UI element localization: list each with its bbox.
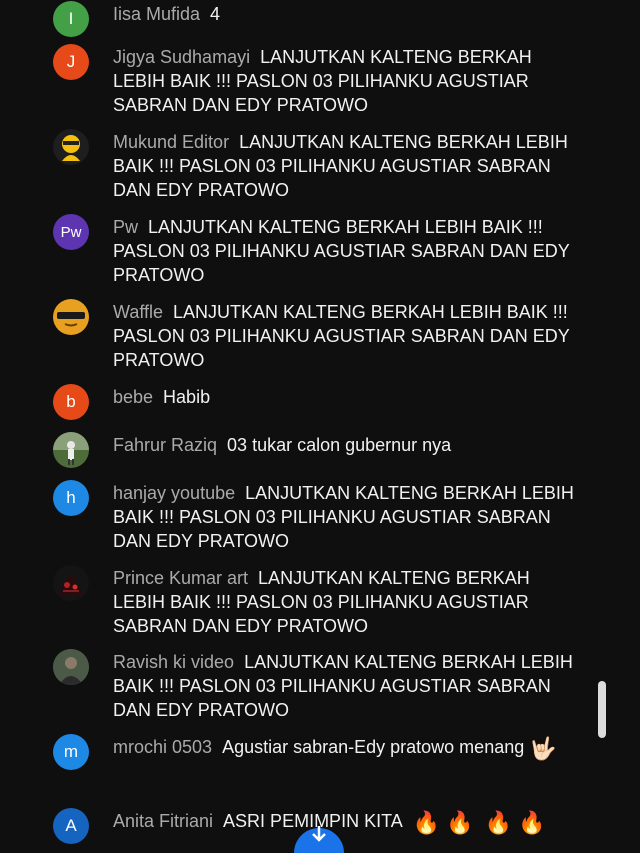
message-text: 4 [210, 4, 221, 24]
message-text: 03 tukar calon gubernur nya [227, 435, 452, 455]
avatar-letter: I [68, 9, 74, 28]
author-name[interactable]: mrochi 0503 [113, 737, 212, 757]
dark-art-icon[interactable] [53, 565, 89, 601]
message-content: Iisa Mufida 4 [113, 2, 583, 26]
message-content: mrochi 0503 Agustiar sabran-Edy pratowo m… [113, 735, 583, 761]
message-content: Fahrur Raziq 03 tukar calon gubernur nya [113, 433, 583, 457]
avatar-letter: A [65, 816, 77, 835]
avatar[interactable]: A [53, 808, 89, 844]
fire-emoji: 🔥 [412, 810, 441, 835]
avatar[interactable]: J [53, 44, 89, 80]
author-name[interactable]: bebe [113, 387, 153, 407]
cartoon-character-icon[interactable] [53, 129, 89, 165]
avatar-letter: J [66, 52, 76, 71]
person-photo-icon[interactable] [53, 432, 89, 468]
person-photo-icon[interactable] [53, 649, 89, 685]
author-name[interactable]: Iisa Mufida [113, 4, 200, 24]
message-text: LANJUTKAN KALTENG BERKAH LEBIH BAIK !!! … [113, 302, 570, 370]
message-text: Agustiar sabran-Edy pratowo menang [222, 737, 525, 757]
message-text: Habib [163, 387, 211, 407]
message-content: Pw LANJUTKAN KALTENG BERKAH LEBIH BAIK !!… [113, 215, 583, 287]
avatar-letter: h [66, 488, 76, 507]
avatar-letter: b [66, 392, 76, 411]
sunglasses-face-icon[interactable] [53, 299, 89, 335]
author-name[interactable]: Fahrur Raziq [113, 435, 217, 455]
message-content: Mukund Editor LANJUTKAN KALTENG BERKAH LE… [113, 130, 583, 202]
fire-emoji: 🔥 [446, 810, 474, 835]
avatar[interactable]: h [53, 480, 89, 516]
avatar[interactable]: I [53, 1, 89, 37]
author-name[interactable]: hanjay youtube [113, 483, 235, 503]
message-content: bebe Habib [113, 385, 583, 409]
fire-emoji: 🔥 [518, 810, 546, 835]
message-content: Jigya Sudhamayi LANJUTKAN KALTENG BERKAH … [113, 45, 583, 117]
message-content: Prince Kumar art LANJUTKAN KALTENG BERKAH… [113, 566, 583, 638]
message-text: LANJUTKAN KALTENG BERKAH LEBIH BAIK !!! … [113, 217, 570, 285]
message-content: Anita Fitriani ASRI PEMIMPIN KITA 🔥 🔥 🔥 🔥 [113, 809, 583, 835]
author-name[interactable]: Prince Kumar art [113, 568, 248, 588]
fire-emoji: 🔥 [484, 810, 512, 835]
avatar-letter: m [63, 742, 79, 761]
arrow-down-icon [312, 826, 326, 842]
author-name[interactable]: Mukund Editor [113, 132, 229, 152]
live-chat-list[interactable]: I Iisa Mufida 4 J Jigya Sudhamayi LANJUTKA… [0, 0, 620, 853]
message-content: Waffle LANJUTKAN KALTENG BERKAH LEBIH BAI… [113, 300, 583, 372]
avatar[interactable]: b [53, 384, 89, 420]
author-name[interactable]: Ravish ki video [113, 652, 234, 672]
avatar[interactable]: Pw [53, 214, 89, 250]
message-content: hanjay youtube LANJUTKAN KALTENG BERKAH L… [113, 481, 583, 553]
scrollbar-thumb[interactable] [598, 681, 606, 738]
scrollbar[interactable] [612, 0, 640, 853]
message-content: Ravish ki video LANJUTKAN KALTENG BERKAH … [113, 650, 583, 722]
author-name[interactable]: Anita Fitriani [113, 811, 213, 831]
author-name[interactable]: Pw [113, 217, 138, 237]
author-name[interactable]: Jigya Sudhamayi [113, 47, 250, 67]
author-name[interactable]: Waffle [113, 302, 163, 322]
avatar-letter: Pw [60, 223, 82, 241]
avatar[interactable]: m [53, 734, 89, 770]
rock-on-hand-emoji: 🤟🏻 [529, 736, 557, 761]
